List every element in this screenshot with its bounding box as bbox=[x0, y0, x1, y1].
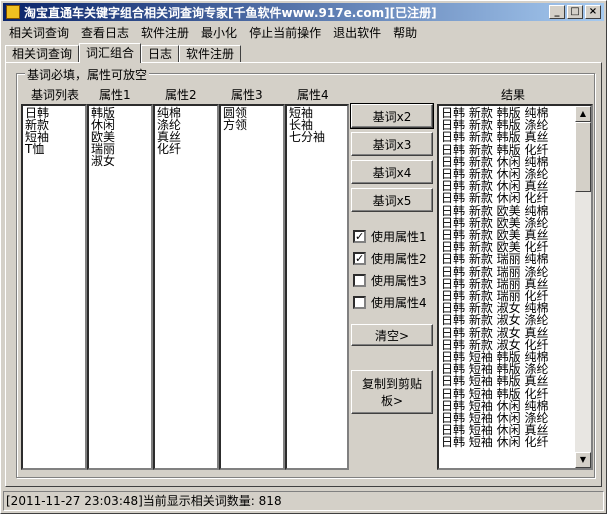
base-x4-button[interactable]: 基词x4 bbox=[351, 160, 433, 184]
clear-button[interactable]: 清空> bbox=[351, 324, 433, 346]
attr2-list[interactable]: 纯棉 涤纶 真丝 化纤 bbox=[153, 104, 219, 470]
menu-minimize[interactable]: 最小化 bbox=[195, 24, 243, 41]
combination-group: 基词必填，属性可放空 基词列表 属性1 属性2 属性3 属性4 结果 日韩 新款… bbox=[16, 66, 595, 478]
base-x3-button[interactable]: 基词x3 bbox=[351, 132, 433, 156]
close-icon[interactable]: × bbox=[585, 5, 601, 19]
checkbox-icon[interactable]: ✓ bbox=[353, 252, 366, 265]
menu-related-query[interactable]: 相关词查询 bbox=[3, 24, 75, 41]
list-item: 日韩 短袖 休闲 化纤 bbox=[441, 435, 549, 450]
use-attr2-checkbox[interactable]: ✓ 使用属性2 bbox=[353, 250, 427, 267]
menu-register[interactable]: 软件注册 bbox=[135, 24, 195, 41]
tab-strip: 相关词查询 词汇组合 日志 软件注册 bbox=[5, 43, 242, 63]
list-item: 淑女 bbox=[91, 154, 116, 168]
list-item: 方领 bbox=[223, 118, 248, 132]
tab-panel: 基词必填，属性可放空 基词列表 属性1 属性2 属性3 属性4 结果 日韩 新款… bbox=[5, 62, 602, 487]
tab-related-query[interactable]: 相关词查询 bbox=[5, 45, 80, 63]
base-x2-button[interactable]: 基词x2 bbox=[350, 103, 434, 129]
checkbox-label: 使用属性4 bbox=[371, 296, 427, 310]
header-attr2: 属性2 bbox=[165, 88, 197, 102]
results-items: 日韩 新款 韩版 纯棉 日韩 新款 韩版 涤纶 日韩 新款 韩版 真丝 日韩 新… bbox=[441, 107, 575, 449]
checkbox-icon[interactable]: ✓ bbox=[353, 230, 366, 243]
list-item: 日韩 新款 欧美 纯棉 bbox=[441, 203, 549, 218]
scroll-up-icon[interactable]: ▲ bbox=[575, 106, 591, 122]
list-item: 日韩 短袖 韩版 真丝 bbox=[441, 374, 549, 389]
list-item: 日韩 新款 瑞丽 纯棉 bbox=[441, 252, 549, 267]
list-item: T恤 bbox=[25, 142, 45, 156]
use-attr4-checkbox[interactable]: 使用属性4 bbox=[353, 294, 427, 311]
checkbox-label: 使用属性2 bbox=[371, 252, 427, 266]
header-attr3: 属性3 bbox=[231, 88, 263, 102]
window-controls: _ □ × bbox=[547, 5, 601, 19]
header-attr1: 属性1 bbox=[99, 88, 131, 102]
attr3-list[interactable]: 圆领 方领 bbox=[219, 104, 285, 470]
scroll-down-icon[interactable]: ▼ bbox=[575, 452, 591, 468]
title-bar[interactable]: 淘宝直通车关键字组合相关词查询专家[千鱼软件www.917e.com][已注册]… bbox=[3, 3, 604, 21]
tab-word-combination[interactable]: 词汇组合 bbox=[79, 43, 142, 63]
copy-button-label-1: 复制到剪贴 bbox=[361, 377, 422, 391]
status-bar: [2011-11-27 23:03:48]当前显示相关词数量: 818 bbox=[3, 491, 604, 511]
header-base: 基词列表 bbox=[31, 88, 80, 102]
list-item: 日韩 新款 韩版 化纤 bbox=[441, 142, 549, 157]
app-icon bbox=[6, 5, 20, 19]
group-title: 基词必填，属性可放空 bbox=[25, 66, 150, 83]
results-scrollbar[interactable]: ▲ ▼ bbox=[575, 106, 591, 468]
header-results: 结果 bbox=[501, 88, 526, 102]
checkbox-icon[interactable] bbox=[353, 296, 366, 309]
app-window: 淘宝直通车关键字组合相关词查询专家[千鱼软件www.917e.com][已注册]… bbox=[0, 0, 607, 514]
base-word-list[interactable]: 日韩 新款 短袖 T恤 bbox=[21, 104, 87, 470]
menu-bar: 相关词查询 查看日志 软件注册 最小化 停止当前操作 退出软件 帮助 bbox=[3, 23, 604, 42]
menu-stop[interactable]: 停止当前操作 bbox=[243, 24, 327, 41]
list-item: 日韩 新款 瑞丽 涤纶 bbox=[441, 264, 549, 279]
list-item: 日韩 新款 韩版 真丝 bbox=[441, 130, 549, 145]
maximize-icon[interactable]: □ bbox=[567, 5, 583, 19]
attr1-list[interactable]: 韩版 休闲 欧美 瑞丽 淑女 bbox=[87, 104, 153, 470]
results-list[interactable]: 日韩 新款 韩版 纯棉 日韩 新款 韩版 涤纶 日韩 新款 韩版 真丝 日韩 新… bbox=[437, 104, 593, 470]
menu-exit[interactable]: 退出软件 bbox=[327, 24, 387, 41]
use-attr1-checkbox[interactable]: ✓ 使用属性1 bbox=[353, 228, 427, 245]
copy-button-label-2: 板> bbox=[380, 394, 404, 408]
scroll-thumb[interactable] bbox=[575, 122, 591, 192]
menu-help[interactable]: 帮助 bbox=[387, 24, 423, 41]
use-attr3-checkbox[interactable]: 使用属性3 bbox=[353, 272, 427, 289]
attr4-list[interactable]: 短袖 长袖 七分袖 bbox=[285, 104, 349, 470]
checkbox-label: 使用属性1 bbox=[371, 230, 427, 244]
copy-to-clipboard-button[interactable]: 复制到剪贴 板> bbox=[351, 370, 433, 414]
list-item: 日韩 新款 休闲 化纤 bbox=[441, 191, 549, 206]
header-attr4: 属性4 bbox=[297, 88, 329, 102]
checkbox-label: 使用属性3 bbox=[371, 274, 427, 288]
list-item: 化纤 bbox=[157, 142, 182, 156]
window-title: 淘宝直通车关键字组合相关词查询专家[千鱼软件www.917e.com][已注册] bbox=[24, 5, 437, 20]
list-item: 七分袖 bbox=[289, 130, 326, 144]
base-x5-button[interactable]: 基词x5 bbox=[351, 188, 433, 212]
menu-view-log[interactable]: 查看日志 bbox=[75, 24, 135, 41]
checkbox-icon[interactable] bbox=[353, 274, 366, 287]
tab-log[interactable]: 日志 bbox=[141, 45, 180, 63]
list-item: 日韩 新款 淑女 涤纶 bbox=[441, 313, 549, 328]
tab-register[interactable]: 软件注册 bbox=[179, 45, 242, 63]
minimize-icon[interactable]: _ bbox=[549, 5, 565, 19]
